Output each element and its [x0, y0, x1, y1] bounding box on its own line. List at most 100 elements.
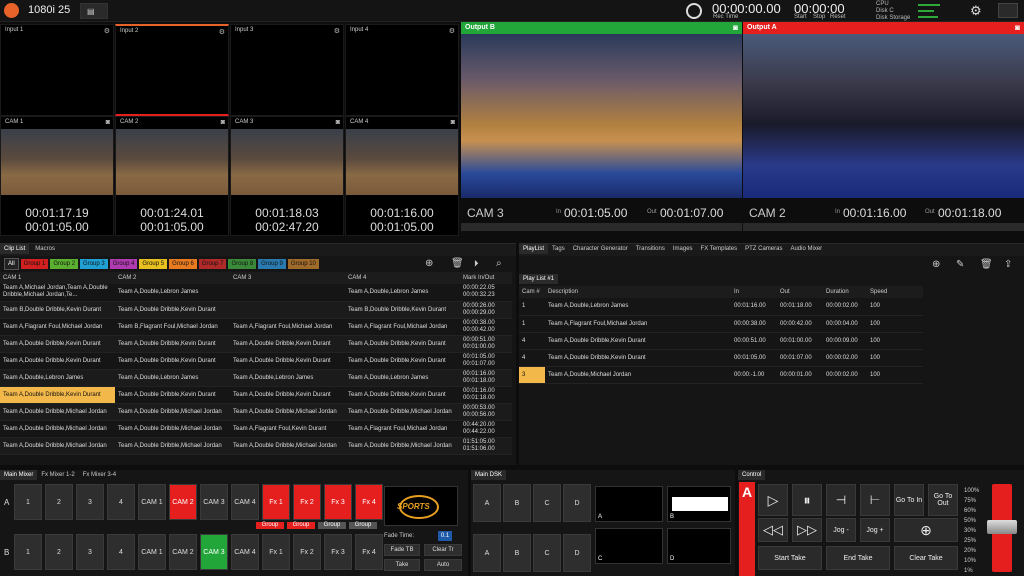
- group-filter-5[interactable]: Group 5: [139, 259, 168, 269]
- mixrowb-button-2[interactable]: 3: [76, 534, 104, 570]
- clip-mark-in-out[interactable]: 00:01:16.00 00:01:18.00: [460, 386, 512, 404]
- clip-cell[interactable]: Team A,Double Dribble,Kevin Durant: [0, 335, 115, 353]
- playlist-cell[interactable]: 00:00:38.00: [731, 315, 777, 333]
- clip-cell[interactable]: Team A,Double Dribble,Michael Jordan: [0, 403, 115, 421]
- mixrowa-button-11[interactable]: Fx 4: [355, 484, 383, 520]
- playlist-cell[interactable]: 4: [519, 349, 545, 367]
- trash-icon[interactable]: 🗑: [980, 259, 993, 270]
- dsk-thumb-d[interactable]: D: [667, 528, 731, 564]
- playlist-cell[interactable]: 100: [867, 366, 923, 384]
- playlist-col-header[interactable]: Out: [777, 286, 823, 298]
- clip-cell[interactable]: Team A,Double Dribble,Kevin Durant: [230, 335, 345, 353]
- output-b-scrubber[interactable]: [461, 223, 742, 231]
- clip-cell[interactable]: Team A,Flagrant Foul,Michael Jordan: [230, 318, 345, 336]
- edit-icon[interactable]: ✎: [956, 259, 964, 270]
- clip-cell[interactable]: Team A,Flagrant Foul,Michael Jordan: [345, 318, 460, 336]
- group-filter-all[interactable]: All: [4, 258, 19, 270]
- mixrowa-button-7[interactable]: CAM 4: [231, 484, 259, 520]
- mixrowb-button-9[interactable]: Fx 2: [293, 534, 321, 570]
- mixrowb-button-5[interactable]: CAM 2: [169, 534, 197, 570]
- clip-cell[interactable]: Team A,Flagrant Foul,Michael Jordan: [345, 420, 460, 438]
- clip-cell[interactable]: Team A,Double,Lebron James: [0, 369, 115, 387]
- tab-character-generator[interactable]: Character Generator: [569, 244, 632, 254]
- input-tile-3[interactable]: Input 3 ⚙: [230, 24, 344, 116]
- group-filter-8[interactable]: Group 8: [228, 259, 257, 269]
- input-tile-1[interactable]: Input 1 ⚙: [0, 24, 114, 116]
- end-take-button[interactable]: End Take: [826, 546, 890, 570]
- clip-cell[interactable]: Team B,Double Dribble,Kevin Durant: [345, 301, 460, 319]
- clip-cell[interactable]: Team A,Double Dribble,Michael Jordan: [0, 437, 115, 455]
- clip-cell[interactable]: Team A,Double Dribble,Kevin Durant: [345, 352, 460, 370]
- clip-col-header[interactable]: CAM 4: [345, 272, 460, 284]
- gear-icon[interactable]: ⚙: [219, 28, 225, 36]
- clip-col-header[interactable]: CAM 2: [115, 272, 230, 284]
- clip-cell[interactable]: Team A,Double Dribble,Michael Jordan: [230, 403, 345, 421]
- dsk-thumb-c[interactable]: C: [595, 528, 663, 564]
- clip-cell[interactable]: Team A,Double Dribble,Kevin Durant: [115, 301, 230, 319]
- tab-tags[interactable]: Tags: [548, 244, 569, 254]
- gear-icon[interactable]: ⚙: [449, 27, 455, 35]
- mixrowa-button-5[interactable]: CAM 2: [169, 484, 197, 520]
- clip-row[interactable]: Team A,Double Dribble,Kevin Durant Team A…: [0, 335, 512, 353]
- tab-ptz-cameras[interactable]: PTZ Cameras: [741, 244, 786, 254]
- playlist-row[interactable]: 4 Team A,Double Dribble,Kevin Durant 00:00…: [519, 332, 923, 350]
- group-filter-2[interactable]: Group 2: [50, 259, 79, 269]
- mixrowb-button-6[interactable]: CAM 3: [200, 534, 228, 570]
- dsk-button-b[interactable]: B: [503, 534, 531, 572]
- input-tile-2[interactable]: Input 2 ⚙: [115, 24, 229, 116]
- cam-tile-2[interactable]: CAM 2 ◙ 00:01:24.01 00:01:05.00: [115, 116, 229, 236]
- clip-cell[interactable]: Team A,Double Dribble,Michael Jordan: [115, 420, 230, 438]
- upload-icon[interactable]: ⇪: [1004, 259, 1012, 270]
- search-icon[interactable]: ⌕: [496, 258, 502, 269]
- playlist-cell[interactable]: 00:01:00.00: [777, 332, 823, 350]
- clip-row[interactable]: Team A,Double Dribble,Michael Jordan Team…: [0, 403, 512, 421]
- playlist-row[interactable]: 1 Team A,Double,Lebron James 00:01:16.00 00…: [519, 298, 923, 316]
- clip-row[interactable]: Team B,Double Dribble,Kevin Durant Team A…: [0, 301, 512, 319]
- clip-cell[interactable]: Team A,Double Dribble,Michael Jordan: [345, 403, 460, 421]
- tab-mixer-1[interactable]: Fx Mixer 1-2: [37, 470, 78, 480]
- playlist-cell[interactable]: 00:01:05.00: [731, 349, 777, 367]
- playlist-row[interactable]: 1 Team A,Flagrant Foul,Michael Jordan 00:0…: [519, 315, 923, 333]
- playlist-cell[interactable]: 100: [867, 332, 923, 350]
- group-filter-4[interactable]: Group 4: [109, 259, 138, 269]
- clip-cell[interactable]: Team A,Double,Lebron James: [115, 284, 230, 302]
- playlist-cell[interactable]: Team A,Double Dribble,Kevin Durant: [545, 332, 731, 350]
- tab-mixer-0[interactable]: Main Mixer: [0, 470, 38, 480]
- playlist-cell[interactable]: 00:01:16.00: [731, 298, 777, 316]
- tab-play-list-1[interactable]: Play List #1: [519, 274, 559, 284]
- dsk-button-c[interactable]: C: [533, 484, 561, 522]
- clip-col-header[interactable]: CAM 1: [0, 272, 115, 284]
- clip-row[interactable]: Team A,Double Dribble,Kevin Durant Team A…: [0, 352, 512, 370]
- clip-col-header[interactable]: CAM 3: [230, 272, 345, 284]
- mixrowb-button-10[interactable]: Fx 3: [324, 534, 352, 570]
- mixrowa-button-4[interactable]: CAM 1: [138, 484, 166, 520]
- clip-row[interactable]: Team A,Double Dribble,Michael Jordan Team…: [0, 437, 512, 455]
- dsk-button-a[interactable]: A: [473, 534, 501, 572]
- tab-fx-templates[interactable]: FX Templates: [697, 244, 742, 254]
- playlist-col-header[interactable]: In: [731, 286, 777, 298]
- mixrowb-button-1[interactable]: 2: [45, 534, 73, 570]
- dsk-button-b[interactable]: B: [503, 484, 531, 522]
- clip-cell[interactable]: Team A,Michael Jordan,Team A,Double Drib…: [0, 284, 115, 302]
- clip-mark-in-out[interactable]: 00:01:05.00 00:01:07.00: [460, 352, 512, 370]
- clip-cell[interactable]: Team A,Double Dribble,Kevin Durant: [0, 352, 115, 370]
- playlist-col-header[interactable]: Speed: [867, 286, 923, 298]
- fast-forward-icon[interactable]: ▷▷: [792, 518, 822, 542]
- clip-cell[interactable]: Team A,Double Dribble,Kevin Durant: [345, 386, 460, 404]
- jog-plus-button[interactable]: Jog +: [860, 518, 890, 542]
- fade-tb-button[interactable]: Fade TB: [384, 544, 420, 556]
- playlist-cell[interactable]: 00:00:-1.00: [731, 366, 777, 384]
- playlist-cell[interactable]: 00:01:18.00: [777, 298, 823, 316]
- mixrowa-button-3[interactable]: 4: [107, 484, 135, 520]
- clip-cell[interactable]: Team A,Double Dribble,Michael Jordan: [115, 437, 230, 455]
- tab-images[interactable]: Images: [669, 244, 697, 254]
- playlist-cell[interactable]: 00:00:51.00: [731, 332, 777, 350]
- clip-cell[interactable]: Team A,Double,Lebron James: [230, 369, 345, 387]
- mixrowb-button-7[interactable]: CAM 4: [231, 534, 259, 570]
- playlist-cell[interactable]: 100: [867, 349, 923, 367]
- playlist-cell[interactable]: 1: [519, 298, 545, 316]
- group-filter-6[interactable]: Group 6: [169, 259, 197, 269]
- clip-row[interactable]: Team A,Double Dribble,Michael Jordan Team…: [0, 420, 512, 438]
- clip-row[interactable]: Team A,Double Dribble,Kevin Durant Team A…: [0, 386, 512, 404]
- clip-mark-in-out[interactable]: 00:00:26.00 00:00:29.00: [460, 301, 512, 319]
